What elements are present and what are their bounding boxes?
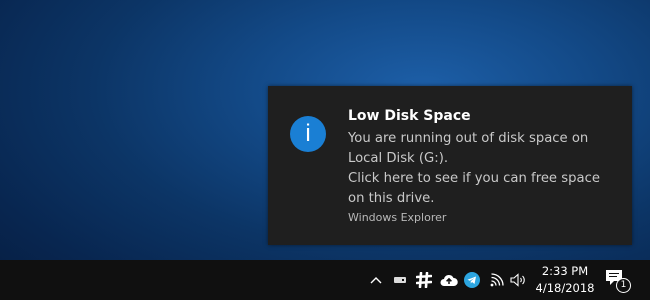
wifi-icon[interactable] — [487, 270, 507, 290]
notification-body: You are running out of disk space on Loc… — [348, 129, 618, 209]
notification-body-line: You are running out of disk space on — [348, 131, 589, 146]
cloud-upload-icon[interactable] — [439, 270, 459, 290]
telegram-icon[interactable] — [462, 270, 482, 290]
system-clock[interactable]: 2:33 PM 4/18/2018 — [532, 263, 598, 297]
low-disk-space-notification[interactable]: i Low Disk Space You are running out of … — [268, 86, 632, 245]
notification-count-badge: 1 — [616, 278, 631, 293]
notification-body-line: on this drive. — [348, 191, 435, 206]
drive-icon[interactable] — [390, 270, 410, 290]
action-center-button[interactable]: 1 — [605, 269, 631, 293]
volume-icon[interactable] — [509, 270, 529, 290]
notification-title: Low Disk Space — [348, 108, 471, 124]
chevron-up-icon[interactable] — [366, 270, 386, 290]
clock-date: 4/18/2018 — [535, 281, 595, 295]
info-icon: i — [290, 116, 326, 152]
taskbar: 2:33 PM 4/18/2018 1 — [0, 260, 650, 300]
notification-body-line: Click here to see if you can free space — [348, 171, 600, 186]
notification-body-line: Local Disk (G:). — [348, 151, 449, 166]
notification-source: Windows Explorer — [348, 211, 447, 224]
clock-time: 2:33 PM — [541, 264, 589, 278]
slack-icon[interactable] — [414, 270, 434, 290]
info-icon-glyph: i — [305, 120, 311, 147]
